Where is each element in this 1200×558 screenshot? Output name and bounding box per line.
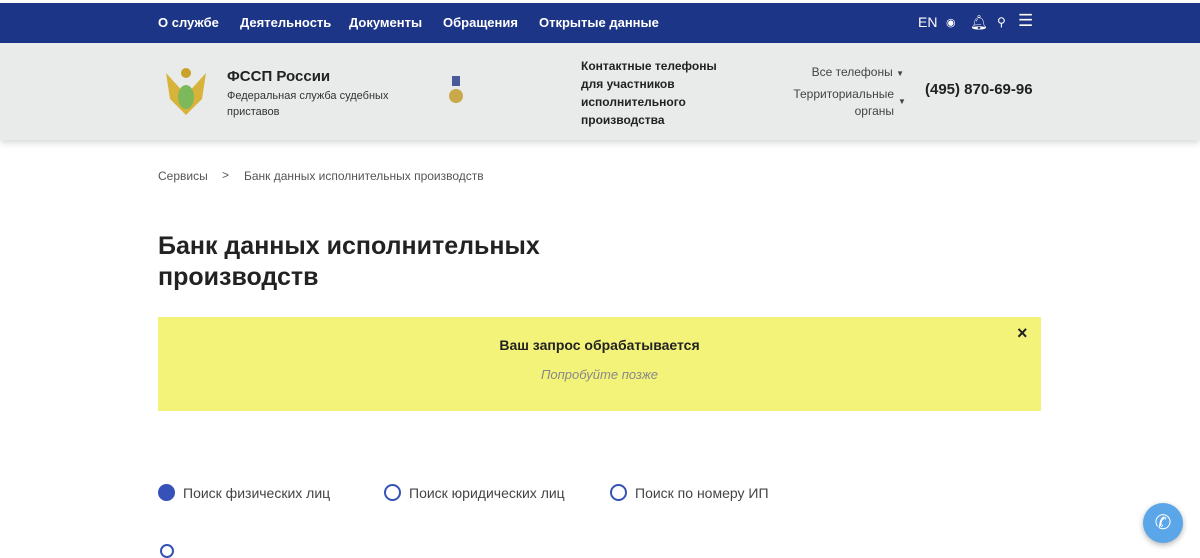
breadcrumb-services[interactable]: Сервисы	[158, 169, 208, 183]
search-icon[interactable]: ⚲	[997, 15, 1006, 29]
nav-about[interactable]: О службе	[158, 15, 219, 30]
contacts-title: Контактные телефоны для участников испол…	[581, 59, 717, 127]
phone-number[interactable]: (495) 870-69-96	[925, 81, 1033, 98]
radio-unchecked-icon	[384, 484, 401, 501]
nav-open-data[interactable]: Открытые данные	[539, 15, 659, 30]
radio-unchecked-icon	[610, 484, 627, 501]
site-header: ФССП России Федеральная служба судебных …	[0, 43, 1200, 140]
territorial-dropdown[interactable]: Территориальные органы	[780, 86, 894, 120]
bell-icon[interactable]: 🔔︎	[970, 14, 988, 31]
org-name: ФССП России	[227, 68, 331, 85]
nav-activity[interactable]: Деятельность	[240, 15, 331, 30]
breadcrumb-current: Банк данных исполнительных производств	[244, 169, 484, 183]
medal-icon	[449, 76, 463, 106]
caret-down-icon: ▼	[896, 69, 904, 78]
alert-title: Ваш запрос обрабатывается	[499, 337, 700, 353]
radio-partial[interactable]	[160, 544, 174, 558]
breadcrumb-separator: >	[222, 168, 230, 182]
menu-icon[interactable]: ☰	[1018, 11, 1033, 31]
phone-icon: ✆	[1154, 512, 1172, 534]
all-phones-dropdown[interactable]: Все телефоны ▼	[790, 65, 904, 79]
org-full-name: Федеральная служба судебных приставов	[227, 90, 389, 118]
caret-down-icon: ▼	[898, 97, 906, 106]
nav-appeals[interactable]: Обращения	[443, 15, 518, 30]
emblem-logo[interactable]	[162, 65, 210, 119]
radio-individuals[interactable]: Поиск физических лиц	[158, 484, 330, 501]
radio-legal-entities[interactable]: Поиск юридических лиц	[384, 484, 565, 501]
top-nav: О службе Деятельность Документы Обращени…	[0, 3, 1200, 43]
page-title: Банк данных исполнительных производств	[158, 232, 540, 291]
eye-icon[interactable]: ◉	[946, 16, 956, 29]
alert-subtitle: Попробуйте позже	[541, 367, 658, 382]
radio-ip-number[interactable]: Поиск по номеру ИП	[610, 484, 769, 501]
radio-label: Поиск по номеру ИП	[635, 484, 769, 501]
all-phones-label: Все телефоны	[811, 65, 893, 79]
alert-banner: Ваш запрос обрабатывается Попробуйте поз…	[158, 317, 1041, 411]
call-button[interactable]: ✆	[1143, 503, 1183, 543]
language-switch[interactable]: EN	[918, 14, 937, 30]
radio-label: Поиск физических лиц	[183, 484, 331, 501]
close-icon[interactable]: ×	[1017, 323, 1028, 344]
radio-label: Поиск юридических лиц	[409, 484, 565, 501]
nav-documents[interactable]: Документы	[349, 15, 422, 30]
radio-checked-icon	[158, 484, 175, 501]
